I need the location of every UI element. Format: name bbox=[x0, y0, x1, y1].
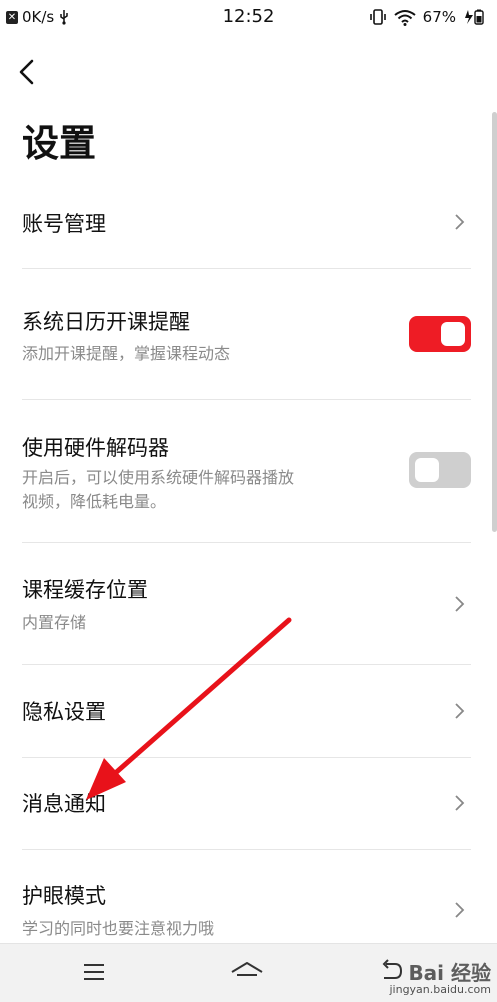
settings-row-eye-care[interactable]: 护眼模式 学习的同时也要注意视力哦 bbox=[22, 870, 471, 946]
scroll-indicator[interactable] bbox=[492, 112, 497, 532]
back-button[interactable] bbox=[12, 56, 40, 88]
row-title: 护眼模式 bbox=[22, 884, 106, 908]
home-icon[interactable] bbox=[229, 960, 265, 984]
watermark-brand: Bai 经验 bbox=[408, 961, 491, 985]
calendar-reminder-toggle[interactable] bbox=[409, 316, 471, 352]
wifi-icon bbox=[394, 9, 416, 26]
row-subtitle-line1: 开启后，可以使用系统硬件解码器播放 bbox=[22, 468, 295, 487]
page-title: 设置 bbox=[22, 122, 96, 165]
vibrate-icon bbox=[369, 9, 386, 25]
row-title: 系统日历开课提醒 bbox=[22, 310, 190, 334]
divider bbox=[22, 399, 471, 400]
row-title: 使用硬件解码器 bbox=[22, 436, 169, 460]
chevron-left-icon bbox=[19, 59, 34, 85]
divider bbox=[22, 542, 471, 543]
row-subtitle: 添加开课提醒，掌握课程动态 bbox=[22, 344, 231, 363]
row-title: 账号管理 bbox=[22, 212, 106, 236]
row-subtitle: 学习的同时也要注意视力哦 bbox=[22, 919, 215, 938]
row-subtitle-line2: 视频，降低耗电量。 bbox=[22, 492, 167, 511]
status-right: 67% bbox=[369, 8, 485, 26]
row-subtitle: 内置存储 bbox=[22, 613, 87, 632]
chevron-right-icon bbox=[455, 703, 465, 719]
chevron-right-icon bbox=[455, 902, 465, 918]
battery-percent: 67% bbox=[422, 8, 456, 26]
divider bbox=[22, 268, 471, 269]
divider bbox=[22, 664, 471, 665]
row-title: 隐私设置 bbox=[22, 700, 106, 724]
settings-row-cache-location[interactable]: 课程缓存位置 内置存储 bbox=[22, 564, 471, 664]
chevron-right-icon bbox=[455, 596, 465, 612]
settings-row-privacy[interactable]: 隐私设置 bbox=[22, 686, 471, 756]
row-title: 课程缓存位置 bbox=[22, 578, 148, 602]
settings-screen: ✕ 0K/s 12:52 67% 设置 账号管理 系统日历开课提醒 添加开课提醒… bbox=[0, 0, 497, 1002]
divider bbox=[22, 757, 471, 758]
navigation-bar: Bai 经验 jingyan.baidu.com bbox=[0, 943, 497, 1002]
watermark: Bai 经验 jingyan.baidu.com bbox=[389, 962, 491, 996]
hardware-decoder-toggle[interactable] bbox=[409, 452, 471, 488]
toggle-knob bbox=[415, 458, 439, 482]
chevron-right-icon bbox=[455, 795, 465, 811]
divider bbox=[22, 849, 471, 850]
menu-icon[interactable] bbox=[82, 962, 106, 982]
settings-row-notifications[interactable]: 消息通知 bbox=[22, 778, 471, 848]
status-bar: ✕ 0K/s 12:52 67% bbox=[0, 0, 497, 36]
settings-row-account[interactable]: 账号管理 bbox=[22, 198, 471, 268]
settings-row-hardware-decoder[interactable]: 使用硬件解码器 开启后，可以使用系统硬件解码器播放 视频，降低耗电量。 bbox=[22, 422, 471, 540]
watermark-url: jingyan.baidu.com bbox=[389, 983, 491, 996]
chevron-right-icon bbox=[455, 214, 465, 230]
settings-row-calendar[interactable]: 系统日历开课提醒 添加开课提醒，掌握课程动态 bbox=[22, 296, 471, 396]
battery-charging-icon bbox=[465, 9, 484, 25]
row-title: 消息通知 bbox=[22, 792, 106, 816]
toggle-knob bbox=[441, 322, 465, 346]
